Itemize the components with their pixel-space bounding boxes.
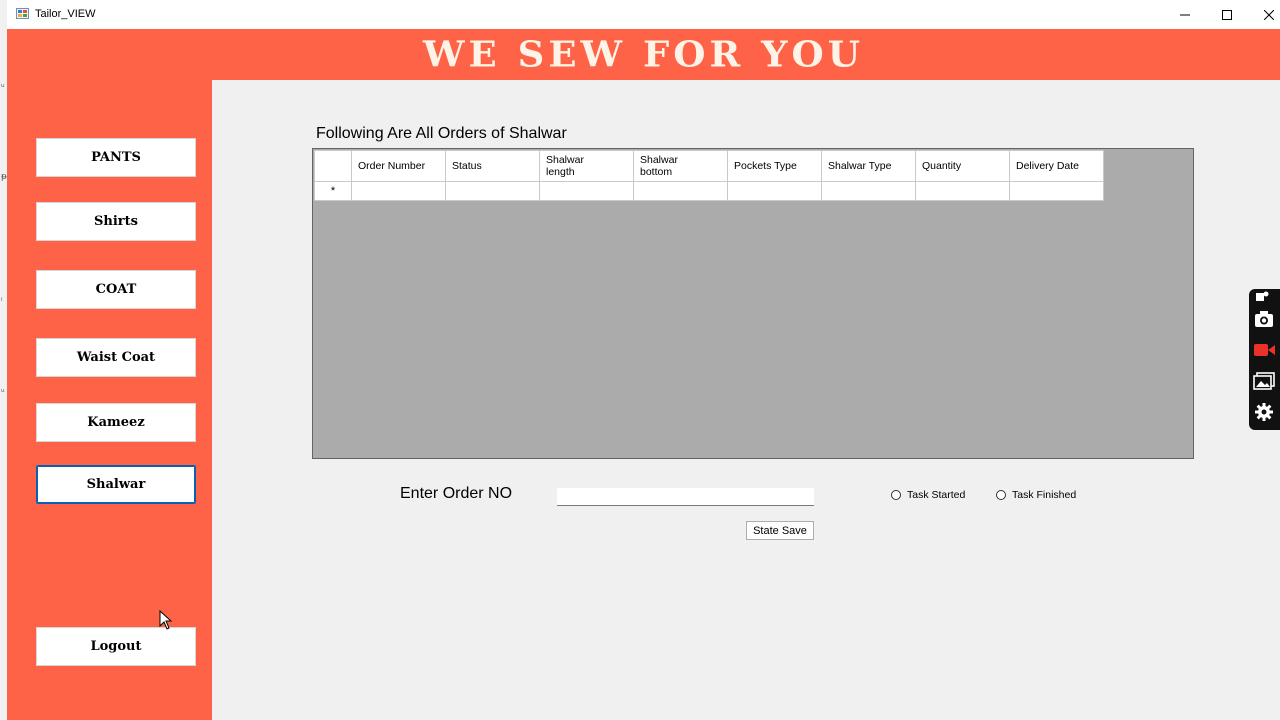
logout-button[interactable]: Logout — [36, 627, 196, 666]
nav-button-shirts[interactable]: Shirts — [36, 202, 196, 241]
app-banner: WE SEW FOR YOU — [7, 29, 1280, 80]
table-cell[interactable] — [727, 181, 822, 201]
sidebar: PANTS Shirts COAT Waist Coat Kameez Shal… — [7, 80, 212, 720]
pin-icon[interactable] — [1253, 290, 1275, 304]
maximize-button[interactable] — [1205, 0, 1249, 29]
grid-title: Following Are All Orders of Shalwar — [316, 125, 567, 142]
banner-title: WE SEW FOR YOU — [422, 33, 865, 75]
orders-table: Order Number Status Shalwar length Shalw… — [314, 150, 1104, 201]
task-started-radio[interactable]: Task Started — [891, 489, 965, 501]
close-icon — [1264, 9, 1274, 20]
table-cell[interactable] — [351, 181, 446, 201]
settings-gear-icon[interactable] — [1253, 402, 1275, 422]
nav-button-waist-coat[interactable]: Waist Coat — [36, 338, 196, 377]
column-header-order-number[interactable]: Order Number — [351, 150, 446, 182]
column-header-quantity[interactable]: Quantity — [915, 150, 1010, 182]
column-header-shalwar-bottom[interactable]: Shalwar bottom — [633, 150, 728, 182]
column-header-pockets-type[interactable]: Pockets Type — [727, 150, 822, 182]
table-header-row: Order Number Status Shalwar length Shalw… — [314, 150, 1104, 182]
edge-glyph: ᵢ — [1, 294, 3, 304]
close-button[interactable] — [1247, 0, 1280, 29]
minimize-icon — [1180, 14, 1190, 15]
task-finished-radio[interactable]: Task Finished — [996, 489, 1076, 501]
camera-icon[interactable] — [1253, 309, 1275, 329]
table-cell[interactable] — [633, 181, 728, 201]
row-header-corner[interactable] — [314, 150, 352, 182]
edge-glyph: ᵤ — [1, 80, 5, 90]
nav-button-kameez[interactable]: Kameez — [36, 403, 196, 442]
state-save-button[interactable]: State Save — [746, 521, 814, 540]
nav-button-pants[interactable]: PANTS — [36, 138, 196, 177]
table-cell[interactable] — [539, 181, 634, 201]
minimize-button[interactable] — [1163, 0, 1207, 29]
maximize-icon — [1222, 9, 1232, 20]
order-number-input[interactable] — [557, 488, 814, 506]
table-cell[interactable] — [1009, 181, 1104, 201]
gallery-icon[interactable] — [1253, 371, 1275, 391]
new-row-marker[interactable]: * — [314, 181, 352, 201]
edge-glyph: ᵤ — [1, 385, 5, 395]
column-header-shalwar-type[interactable]: Shalwar Type — [821, 150, 916, 182]
task-finished-label: Task Finished — [1012, 489, 1077, 501]
radio-circle-icon[interactable] — [891, 490, 901, 500]
orders-grid[interactable]: Order Number Status Shalwar length Shalw… — [312, 148, 1194, 459]
main-content: Following Are All Orders of Shalwar Orde… — [212, 80, 1280, 720]
window-title: Tailor_VIEW — [35, 8, 96, 20]
table-row-new[interactable]: * — [314, 181, 1104, 201]
column-header-delivery-date[interactable]: Delivery Date — [1009, 150, 1104, 182]
column-header-shalwar-length[interactable]: Shalwar length — [539, 150, 634, 182]
capture-toolbar — [1249, 289, 1280, 430]
nav-button-shalwar[interactable]: Shalwar — [36, 465, 196, 504]
nav-button-coat[interactable]: COAT — [36, 270, 196, 309]
table-cell[interactable] — [821, 181, 916, 201]
table-cell[interactable] — [915, 181, 1010, 201]
window-titlebar[interactable]: Tailor_VIEW — [7, 0, 1280, 29]
order-number-label: Enter Order NO — [400, 485, 513, 502]
video-record-icon[interactable] — [1253, 340, 1275, 360]
table-cell[interactable] — [445, 181, 540, 201]
radio-circle-icon[interactable] — [996, 490, 1006, 500]
desktop-edge: ᵤ ᵽ ᵢ ᵤ — [0, 0, 7, 720]
mouse-cursor-icon — [159, 610, 173, 630]
task-started-label: Task Started — [907, 489, 966, 501]
app-icon — [16, 8, 29, 19]
column-header-status[interactable]: Status — [445, 150, 540, 182]
